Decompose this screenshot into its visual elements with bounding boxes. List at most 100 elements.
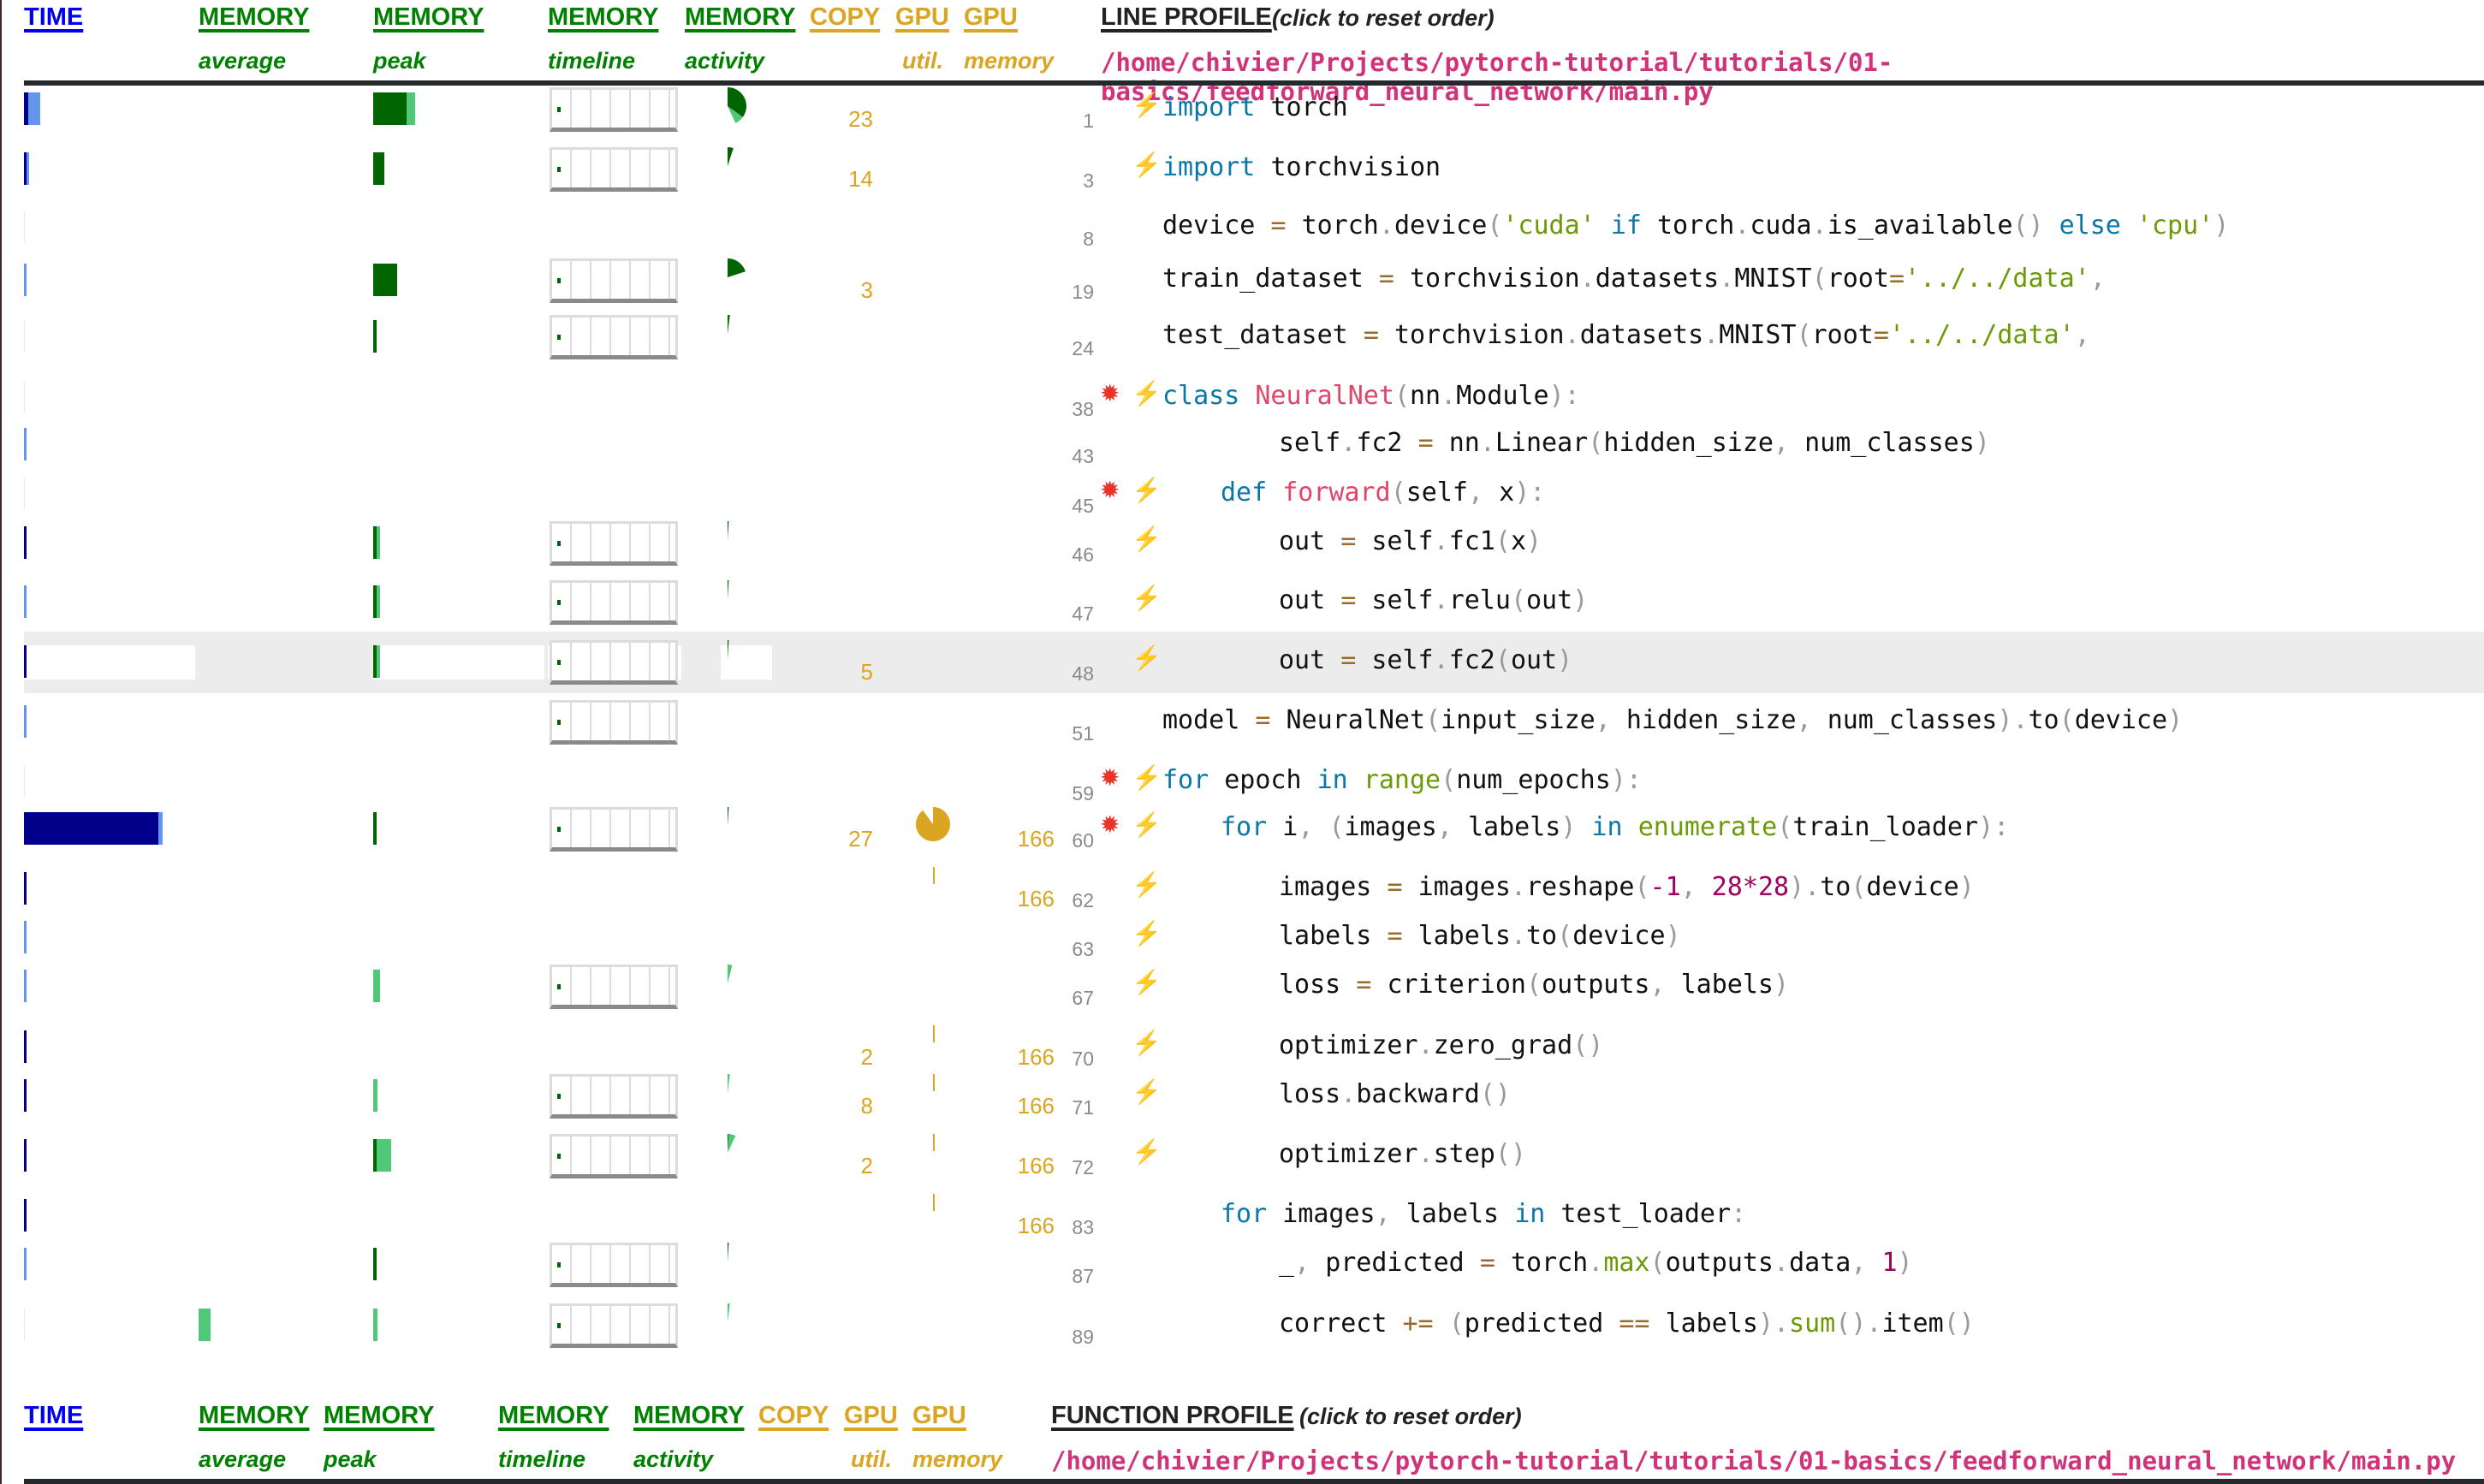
lightning-icon[interactable]: ⚡ bbox=[1132, 870, 1162, 899]
memory-timeline-sparkline bbox=[550, 258, 678, 303]
lightning-icon[interactable]: ⚡ bbox=[1132, 1137, 1162, 1166]
activity-native-wedge bbox=[728, 1134, 736, 1153]
time-python-bar bbox=[24, 812, 158, 845]
memory-peak-python-bar bbox=[373, 320, 377, 353]
column-header-mem_timeline[interactable]: MEMORY bbox=[498, 1402, 609, 1430]
memory-activity-pie bbox=[728, 1074, 730, 1093]
lightning-icon[interactable]: ⚡ bbox=[1132, 1029, 1162, 1057]
explosion-icon[interactable]: ✹ bbox=[1100, 476, 1120, 504]
explosion-icon[interactable]: ✹ bbox=[1100, 810, 1120, 839]
time-native-bar bbox=[157, 812, 163, 845]
line-number: 89 bbox=[1072, 1326, 1094, 1348]
column-header-mem_peak[interactable]: MEMORY bbox=[324, 1402, 434, 1430]
memory-activity-pie bbox=[728, 87, 746, 123]
function-profile-title[interactable]: FUNCTION PROFILE bbox=[1051, 1402, 1294, 1430]
line-profile-title[interactable]: LINE PROFILE bbox=[1101, 3, 1272, 32]
timeline-point bbox=[557, 541, 561, 546]
column-header-mem_timeline[interactable]: MEMORY bbox=[548, 3, 658, 32]
source-line: for images, labels in test_loader: bbox=[1221, 1199, 1747, 1229]
column-header-mem_avg[interactable]: MEMORY bbox=[199, 3, 309, 32]
source-line: device = torch.device('cuda' if torch.cu… bbox=[1162, 211, 2230, 240]
column-header-time[interactable]: TIME bbox=[24, 1402, 83, 1430]
memory-peak-python-bar bbox=[373, 152, 384, 185]
column-header-copy[interactable]: COPY bbox=[758, 1402, 829, 1430]
time-native-bar bbox=[28, 92, 40, 125]
timeline-point bbox=[557, 107, 561, 112]
memory-timeline-sparkline bbox=[550, 640, 678, 685]
lightning-icon[interactable]: ⚡ bbox=[1132, 584, 1162, 612]
source-line: for epoch in range(num_epochs): bbox=[1162, 765, 1642, 795]
memory-timeline-sparkline bbox=[550, 315, 678, 359]
time-python-bar bbox=[24, 645, 27, 678]
lightning-icon[interactable]: ⚡ bbox=[1132, 968, 1162, 996]
source-line: labels = labels.to(device) bbox=[1279, 921, 1681, 951]
column-header-gpu_mem[interactable]: GPU bbox=[912, 1402, 966, 1430]
memory-activity-pie bbox=[728, 1134, 736, 1153]
activity-native-wedge bbox=[728, 965, 733, 983]
source-line: optimizer.step() bbox=[1279, 1139, 1526, 1169]
line-number: 3 bbox=[1083, 169, 1094, 192]
column-header-mem_peak[interactable]: MEMORY bbox=[373, 3, 484, 32]
lightning-icon[interactable]: ⚡ bbox=[1132, 379, 1162, 407]
activity-native-wedge bbox=[728, 1303, 730, 1322]
time-native-bar bbox=[24, 264, 27, 296]
column-header-time[interactable]: TIME bbox=[24, 3, 83, 32]
source-line: correct += (predicted == labels).sum().i… bbox=[1279, 1309, 1975, 1339]
lightning-icon[interactable]: ⚡ bbox=[1132, 91, 1162, 119]
line-number: 71 bbox=[1072, 1096, 1094, 1119]
copy-value: 3 bbox=[860, 277, 873, 303]
source-line: out = self.fc1(x) bbox=[1279, 526, 1542, 556]
memory-timeline-sparkline bbox=[550, 1134, 678, 1178]
column-subheader-gpu_util: util. bbox=[902, 48, 943, 74]
time-bar-empty bbox=[24, 381, 25, 413]
column-subheader-mem_activity: activity bbox=[633, 1446, 714, 1472]
lightning-icon[interactable]: ⚡ bbox=[1132, 151, 1162, 179]
lightning-icon[interactable]: ⚡ bbox=[1132, 919, 1162, 947]
time-bar-empty bbox=[24, 211, 25, 243]
column-header-gpu_util[interactable]: GPU bbox=[844, 1402, 898, 1430]
line-number: 60 bbox=[1072, 829, 1094, 852]
lightning-icon[interactable]: ⚡ bbox=[1132, 763, 1162, 792]
line-number: 67 bbox=[1072, 987, 1094, 1009]
column-header-mem_activity[interactable]: MEMORY bbox=[685, 3, 795, 32]
reset-order-note[interactable]: (click to reset order) bbox=[1272, 5, 1495, 32]
line-number: 46 bbox=[1072, 543, 1094, 566]
activity-native-wedge bbox=[728, 1074, 730, 1093]
lightning-icon[interactable]: ⚡ bbox=[1132, 1077, 1162, 1106]
lightning-icon[interactable]: ⚡ bbox=[1132, 810, 1162, 839]
timeline-point bbox=[557, 167, 561, 172]
memory-timeline-sparkline bbox=[550, 1303, 678, 1348]
explosion-icon[interactable]: ✹ bbox=[1100, 379, 1120, 407]
source-line: out = self.fc2(out) bbox=[1279, 645, 1573, 675]
gpu-util-sliver bbox=[933, 867, 935, 884]
memory-peak-python-bar bbox=[373, 812, 377, 845]
timeline-point bbox=[557, 1262, 561, 1267]
column-header-mem_activity[interactable]: MEMORY bbox=[633, 1402, 744, 1430]
time-native-bar bbox=[24, 428, 27, 460]
explosion-icon[interactable]: ✹ bbox=[1100, 763, 1120, 792]
memory-activity-pie bbox=[728, 1243, 729, 1261]
time-native-bar bbox=[24, 1248, 27, 1280]
lightning-icon[interactable]: ⚡ bbox=[1132, 476, 1162, 504]
memory-activity-pie bbox=[728, 315, 730, 334]
copy-value: 23 bbox=[848, 106, 873, 132]
column-header-copy[interactable]: COPY bbox=[810, 3, 880, 32]
reset-order-note[interactable]: (click to reset order) bbox=[1299, 1404, 1522, 1430]
gpu-util-sliver bbox=[933, 1025, 935, 1042]
lightning-icon[interactable]: ⚡ bbox=[1132, 644, 1162, 672]
timeline-point bbox=[557, 600, 561, 605]
memory-timeline-sparkline bbox=[550, 807, 678, 852]
time-python-bar bbox=[24, 872, 27, 905]
function-header-divider bbox=[24, 1479, 2484, 1484]
column-subheader-mem_peak: peak bbox=[373, 48, 426, 74]
lightning-icon[interactable]: ⚡ bbox=[1132, 525, 1162, 553]
time-native-bar bbox=[24, 585, 27, 618]
memory-peak-python-bar bbox=[373, 1248, 377, 1280]
time-python-bar bbox=[24, 526, 27, 559]
column-header-gpu_mem[interactable]: GPU bbox=[964, 3, 1018, 32]
column-subheader-mem_avg: average bbox=[199, 1446, 287, 1472]
column-header-mem_avg[interactable]: MEMORY bbox=[199, 1402, 309, 1430]
column-subheader-mem_peak: peak bbox=[324, 1446, 377, 1472]
column-header-gpu_util[interactable]: GPU bbox=[895, 3, 949, 32]
activity-python-wedge bbox=[728, 315, 730, 334]
